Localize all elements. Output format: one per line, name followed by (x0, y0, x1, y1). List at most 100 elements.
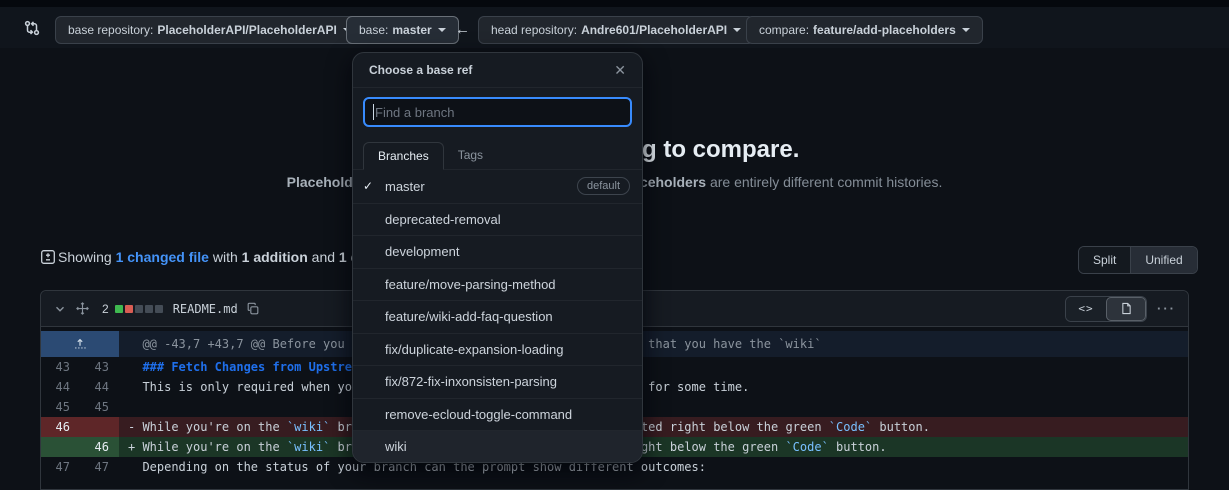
branch-item[interactable]: deprecated-removal (353, 203, 642, 236)
diffstat-square-neutral (155, 305, 163, 313)
document-icon (1120, 302, 1133, 315)
branch-name: development (385, 244, 630, 259)
diffstat-square-added (115, 305, 123, 313)
branch-name: wiki (385, 439, 630, 454)
base-ref-dropdown: Choose a base ref ✕ Find a branch Branch… (352, 52, 643, 463)
unified-view-button[interactable]: Unified (1130, 247, 1196, 273)
branch-name: master (385, 179, 577, 194)
file-diff-icon (40, 249, 56, 265)
summary-part: with (209, 249, 242, 265)
ref-tabs: BranchesTags (353, 137, 642, 170)
diffstat-square-deleted (125, 305, 133, 313)
new-line-number: 43 (80, 357, 119, 377)
summary-part: 1 addition (242, 249, 308, 265)
new-line-number: 47 (80, 457, 119, 477)
code-segment: While you're on the (142, 440, 287, 454)
collapse-file-chevron-icon[interactable] (53, 302, 67, 316)
tab-tags[interactable]: Tags (444, 142, 497, 169)
new-line-number: 45 (80, 397, 119, 417)
changes-count: 2 (102, 302, 109, 316)
compare-ref-label: compare: (759, 23, 809, 37)
base-ref-value: master (392, 23, 431, 37)
close-icon[interactable]: ✕ (614, 62, 626, 79)
dropdown-caret-icon (733, 28, 741, 36)
move-file-icon[interactable] (75, 301, 90, 316)
split-view-button[interactable]: Split (1079, 247, 1130, 273)
new-line-number (80, 417, 119, 437)
old-line-number: 44 (41, 377, 80, 397)
branch-list: ✓masterdefault deprecated-removal developm… (353, 170, 642, 463)
diffstat-square-neutral (135, 305, 143, 313)
fold-up-icon (73, 337, 87, 351)
text-caret (373, 104, 374, 120)
dropdown-caret-icon (438, 28, 446, 36)
copy-path-icon[interactable] (246, 302, 260, 316)
new-line-number: 46 (80, 437, 119, 457)
code-segment: `Code` (785, 440, 828, 454)
diffstat (115, 305, 163, 313)
diff-code-line (119, 397, 1188, 417)
branch-item[interactable]: feature/move-parsing-method (353, 268, 642, 301)
code-segment: `wiki` (287, 440, 330, 454)
diff-code-line: @@ -43,7 +43,7 @@ Before you make any ch… (119, 331, 1188, 357)
head-repository-button[interactable]: head repository: Andre601/PlaceholderAPI (478, 16, 754, 44)
diff-view-toggle: SplitUnified (1078, 246, 1198, 274)
base-repository-button[interactable]: base repository: PlaceholderAPI/Placehol… (55, 16, 364, 44)
check-icon: ✓ (363, 179, 385, 193)
expand-hunk-button[interactable] (41, 331, 119, 357)
search-placeholder: Find a branch (375, 105, 455, 120)
code-segment: button. (829, 440, 887, 454)
compare-toolbar: base repository: PlaceholderAPI/Placehol… (0, 0, 1229, 48)
rich-diff-button[interactable] (1106, 297, 1146, 321)
code-segment: `Code` (829, 420, 872, 434)
file-name[interactable]: README.md (173, 302, 238, 316)
kebab-menu-button[interactable]: ··· (1157, 301, 1176, 316)
head-repository-value: Andre601/PlaceholderAPI (581, 23, 727, 37)
branch-item[interactable]: development (353, 235, 642, 268)
dropdown-caret-icon (962, 28, 970, 36)
topbar-strip (0, 0, 1229, 7)
diff-code-line: -While you're on the `wiki` branch on Gi… (119, 417, 1188, 437)
branch-name: fix/duplicate-expansion-loading (385, 342, 630, 357)
branch-name: feature/move-parsing-method (385, 277, 630, 292)
branch-name: feature/wiki-add-faq-question (385, 309, 630, 324)
diff-render-toggle: <> (1065, 296, 1147, 322)
branch-item[interactable]: feature/wiki-add-faq-question (353, 300, 642, 333)
branch-search-input[interactable]: Find a branch (363, 97, 632, 127)
code-segment: `wiki` (287, 420, 330, 434)
compare-ref-button[interactable]: compare: feature/add-placeholders (746, 16, 983, 44)
diff-marker: - (128, 417, 142, 437)
compare-ref-value: feature/add-placeholders (813, 23, 956, 37)
branch-item[interactable]: remove-ecloud-toggle-command (353, 398, 642, 431)
branch-item[interactable]: wiki (353, 430, 642, 463)
base-repository-value: PlaceholderAPI/PlaceholderAPI (157, 23, 336, 37)
base-ref-button[interactable]: base: master (346, 16, 459, 44)
dropdown-header: Choose a base ref ✕ (353, 53, 642, 88)
code-segment: While you're on the (142, 420, 287, 434)
code-segment: ### Fetch Changes from Upstream (142, 360, 366, 374)
changed-files-link[interactable]: 1 changed file (116, 249, 209, 265)
branch-name: fix/872-fix-inxonsisten-parsing (385, 374, 630, 389)
message-part: are entirely different commit histories. (706, 174, 942, 190)
diff-code-line: ### Fetch Changes from Upstream (119, 357, 1188, 377)
dropdown-title: Choose a base ref (369, 63, 472, 77)
branch-item[interactable]: fix/872-fix-inxonsisten-parsing (353, 365, 642, 398)
source-diff-button[interactable]: <> (1066, 297, 1106, 321)
old-line-number: 47 (41, 457, 80, 477)
summary-part: Showing (58, 249, 116, 265)
branch-item[interactable]: ✓masterdefault (353, 170, 642, 203)
branch-name: remove-ecloud-toggle-command (385, 407, 630, 422)
base-repository-label: base repository: (68, 23, 153, 37)
git-compare-icon (24, 20, 40, 36)
branch-name: deprecated-removal (385, 212, 630, 227)
tab-branches[interactable]: Branches (363, 142, 444, 170)
diff-code-line: Depending on the status of your branch c… (119, 457, 1188, 477)
branch-item[interactable]: fix/duplicate-expansion-loading (353, 333, 642, 366)
search-area: Find a branch (353, 88, 642, 137)
base-ref-label: base: (359, 23, 388, 37)
old-line-number: 45 (41, 397, 80, 417)
default-badge: default (577, 177, 630, 195)
diff-marker: + (128, 437, 142, 457)
new-line-number: 44 (80, 377, 119, 397)
back-arrow-icon: ← (455, 21, 470, 38)
